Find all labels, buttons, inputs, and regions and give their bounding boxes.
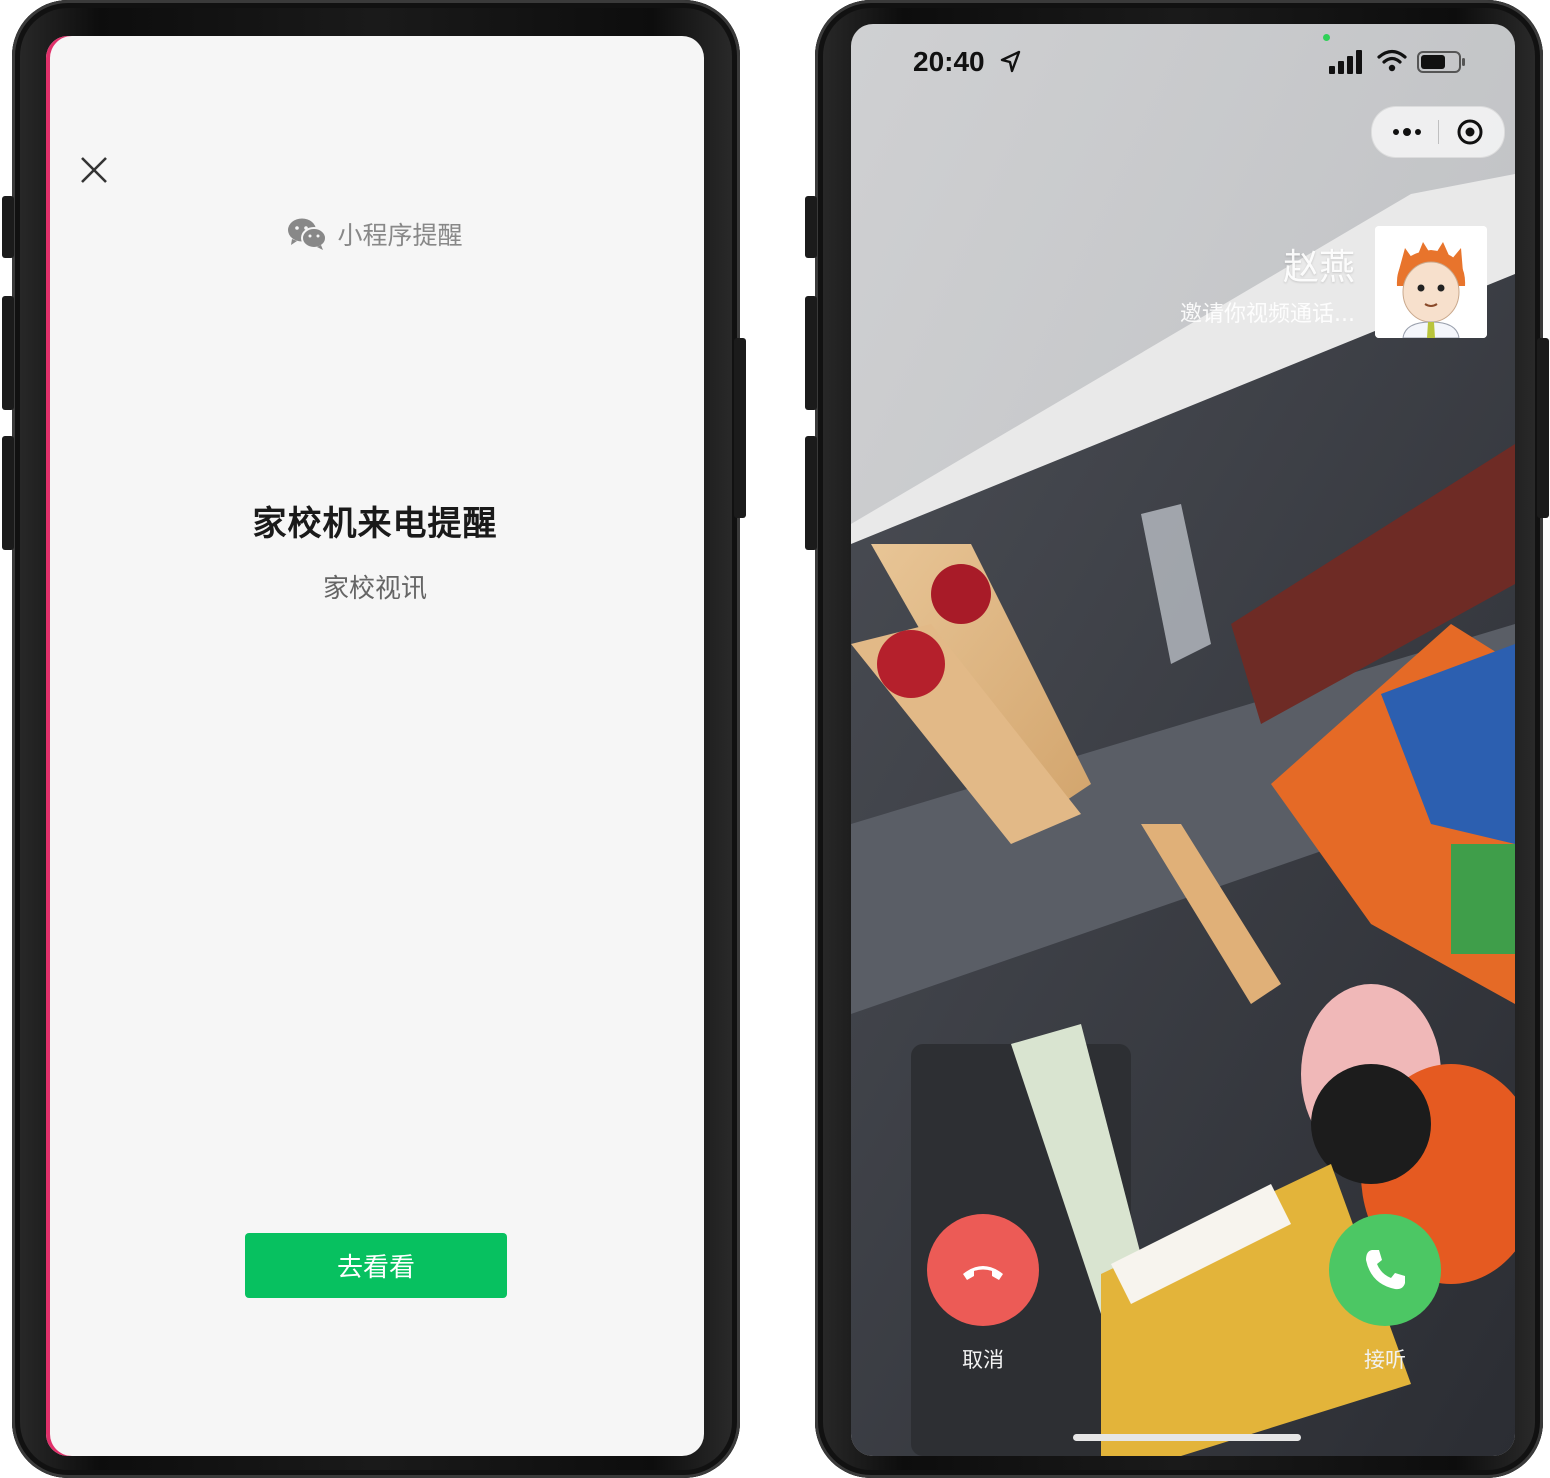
battery-icon — [1417, 51, 1465, 73]
caller-name: 赵燕 — [1282, 247, 1355, 288]
volume-up-button — [805, 296, 817, 410]
location-arrow-icon — [1000, 50, 1021, 73]
cartoon-avatar-icon — [1375, 226, 1487, 338]
phone-frame-right: 20:40 赵燕 邀请你视频通话... 取消 接听 — [805, 0, 1549, 1478]
phone-icon — [1366, 1250, 1405, 1290]
incoming-call-screen: 20:40 赵燕 邀请你视频通话... 取消 接听 — [851, 24, 1515, 1456]
capsule-divider — [1438, 120, 1439, 144]
page-subtitle: 家校视讯 — [322, 574, 427, 604]
power-button — [734, 338, 746, 518]
status-time: 20:40 — [913, 46, 985, 77]
wifi-icon — [1377, 49, 1407, 72]
accept-call-button[interactable] — [1329, 1214, 1441, 1326]
page-title: 家校机来电提醒 — [252, 504, 498, 544]
volume-down-button — [2, 436, 14, 550]
close-icon[interactable] — [76, 152, 112, 188]
cancel-label: 取消 — [962, 1348, 1004, 1372]
hang-up-icon — [963, 1266, 1003, 1280]
signal-icon — [1329, 50, 1362, 74]
wechat-icon — [288, 218, 328, 250]
go-view-button[interactable]: 去看看 — [245, 1233, 507, 1298]
mute-switch — [2, 196, 14, 258]
miniprogram-header-label: 小程序提醒 — [337, 221, 463, 250]
mute-switch — [805, 196, 817, 258]
miniprogram-header: 小程序提醒 — [46, 216, 704, 252]
reminder-screen: 小程序提醒 家校机来电提醒 家校视讯 去看看 — [46, 36, 704, 1456]
target-icon[interactable] — [1456, 118, 1484, 146]
power-button — [1537, 338, 1549, 518]
cancel-call-button[interactable] — [927, 1214, 1039, 1326]
home-indicator[interactable] — [1073, 1434, 1301, 1441]
volume-up-button — [2, 296, 14, 410]
phone-frame-left: 小程序提醒 家校机来电提醒 家校视讯 去看看 — [2, 0, 746, 1478]
accept-label: 接听 — [1364, 1348, 1406, 1372]
camera-in-use-indicator — [1323, 34, 1330, 41]
caller-description: 邀请你视频通话... — [1180, 302, 1355, 327]
caller-avatar — [1375, 226, 1487, 338]
status-bar: 20:40 — [851, 44, 1515, 88]
miniprogram-capsule — [1371, 106, 1505, 158]
volume-down-button — [805, 436, 817, 550]
more-icon[interactable] — [1390, 121, 1424, 143]
